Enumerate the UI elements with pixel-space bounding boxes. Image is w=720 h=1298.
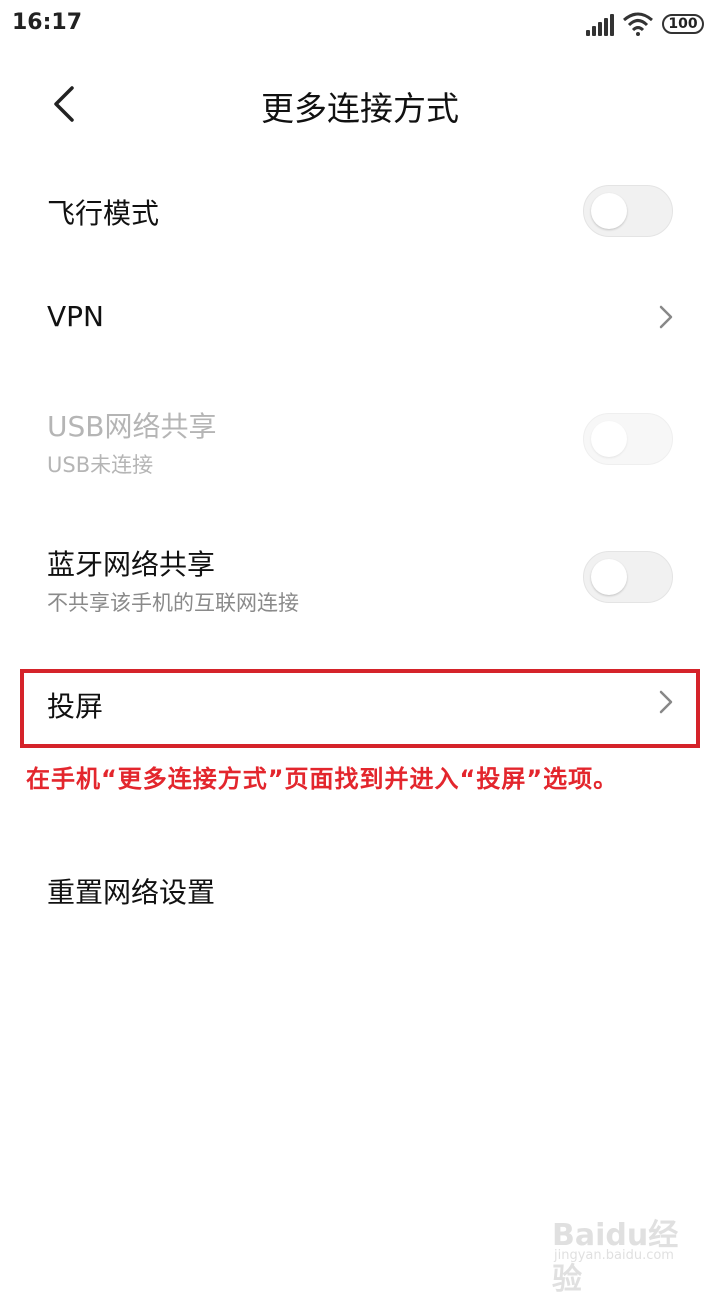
annotation-text: 在手机“更多连接方式”页面找到并进入“投屏”选项。: [26, 765, 619, 793]
highlight-box: [20, 669, 700, 748]
airplane-mode-row[interactable]: 飞行模式: [0, 170, 720, 260]
page-header: 更多连接方式: [0, 60, 720, 150]
signal-icon: [586, 14, 614, 36]
airplane-mode-label: 飞行模式: [47, 197, 160, 230]
wifi-icon: [623, 12, 653, 36]
usb-tethering-toggle: [583, 413, 673, 465]
chevron-right-icon: [659, 305, 673, 329]
watermark-sub: jingyan.baidu.com: [554, 1248, 674, 1263]
bluetooth-tethering-row[interactable]: 蓝牙网络共享 不共享该手机的互联网连接: [0, 533, 720, 633]
usb-tethering-sublabel: USB未连接: [47, 453, 154, 477]
reset-network-row[interactable]: 重置网络设置: [0, 855, 720, 935]
vpn-label: VPN: [47, 300, 104, 333]
baidu-watermark: Baidu经验 jingyan.baidu.com: [552, 1210, 692, 1297]
bluetooth-tethering-label: 蓝牙网络共享: [47, 548, 216, 581]
status-time: 16:17: [12, 10, 83, 35]
page-title: 更多连接方式: [261, 89, 459, 128]
reset-network-label: 重置网络设置: [47, 876, 216, 909]
status-bar: 16:17 100: [0, 0, 720, 50]
usb-tethering-label: USB网络共享: [47, 410, 217, 443]
battery-level: 100: [668, 16, 698, 32]
battery-icon: 100: [662, 14, 704, 34]
vpn-row[interactable]: VPN: [0, 280, 720, 360]
airplane-mode-toggle[interactable]: [583, 185, 673, 237]
bluetooth-tethering-sublabel: 不共享该手机的互联网连接: [47, 591, 299, 615]
bluetooth-tethering-toggle[interactable]: [583, 551, 673, 603]
usb-tethering-row: USB网络共享 USB未连接: [0, 395, 720, 495]
